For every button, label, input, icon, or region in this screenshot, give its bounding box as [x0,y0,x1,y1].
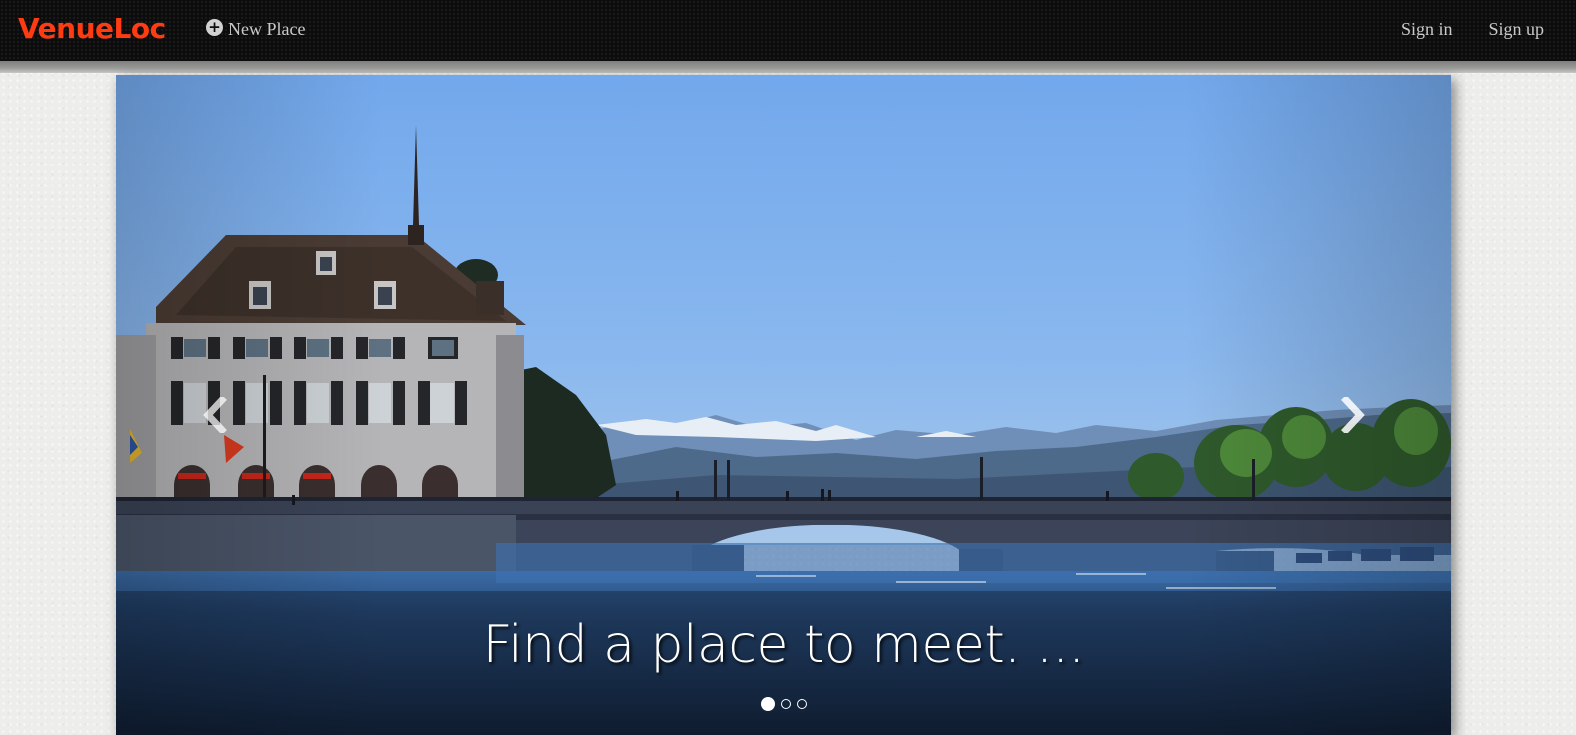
carousel-caption: Find a place to meet. ... [482,615,1085,675]
auth-links: Sign in Sign up [1401,17,1544,41]
carousel-indicator-1[interactable] [760,697,775,711]
chevron-right-icon [1341,397,1365,433]
navbar-shadow [0,61,1576,73]
carousel-prev-button[interactable] [194,395,234,435]
new-place-link[interactable]: + New Place [206,17,305,41]
carousel-indicator-3[interactable] [796,699,807,709]
carousel-indicator-2[interactable] [780,699,791,709]
new-place-label: New Place [228,18,306,39]
sign-up-link[interactable]: Sign up [1488,17,1544,41]
plus-circle-icon: + [206,19,223,36]
sign-in-link[interactable]: Sign in [1401,17,1453,41]
carousel-next-button[interactable] [1334,395,1374,435]
brand-logo[interactable]: VenueLoc [18,9,166,49]
hero-carousel: Find a place to meet. ... [116,75,1451,735]
carousel-indicators [116,697,1451,711]
top-navbar: VenueLoc + New Place Sign in Sign up [0,0,1576,61]
chevron-left-icon [203,397,227,433]
